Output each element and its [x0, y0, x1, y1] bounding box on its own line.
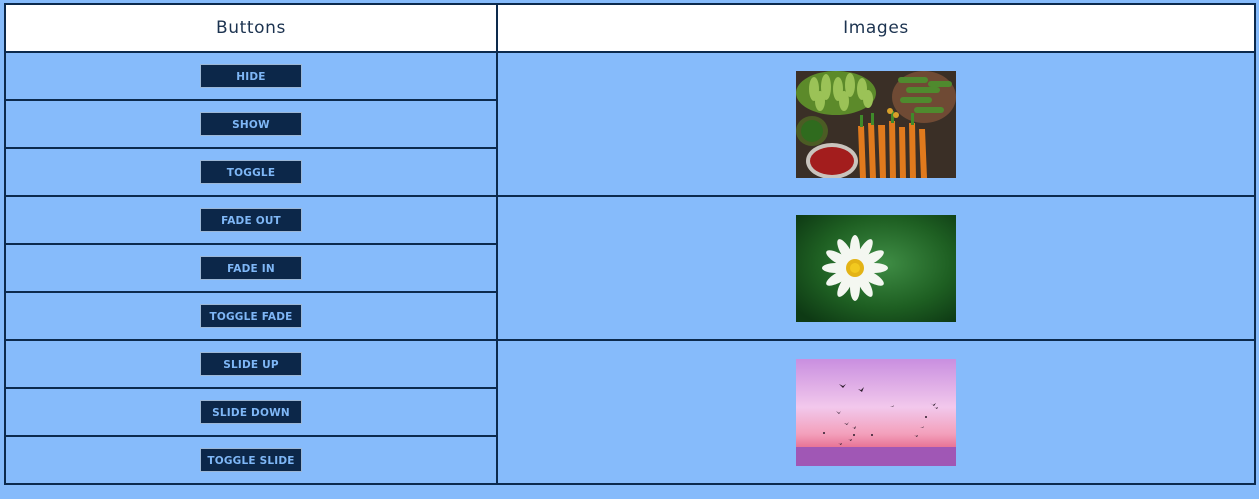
toggle-button[interactable]: TOGGLE [200, 160, 302, 184]
vegetables-image [796, 70, 956, 178]
table-row: FADE OUT [4, 195, 1256, 341]
fade-in-button[interactable]: FADE IN [200, 256, 302, 280]
table-row: HIDE [4, 51, 1256, 197]
fade-out-button[interactable]: FADE OUT [200, 208, 302, 232]
effects-table: Buttons Images HIDE SHOW TOGGLE FADE OUT… [4, 3, 1256, 485]
daisy-flower-image [796, 214, 956, 322]
hide-button[interactable]: HIDE [200, 64, 302, 88]
toggle-fade-button[interactable]: TOGGLE FADE [200, 304, 302, 328]
table-row: SLIDE UP [4, 339, 1256, 485]
show-button[interactable]: SHOW [200, 112, 302, 136]
birds-sunset-image [796, 358, 956, 466]
images-column-header: Images [496, 3, 1256, 53]
slide-up-button[interactable]: SLIDE UP [200, 352, 302, 376]
toggle-slide-button[interactable]: TOGGLE SLIDE [200, 448, 302, 472]
buttons-column-header: Buttons [4, 3, 498, 53]
slide-down-button[interactable]: SLIDE DOWN [200, 400, 302, 424]
header-row: Buttons Images [4, 3, 1256, 53]
